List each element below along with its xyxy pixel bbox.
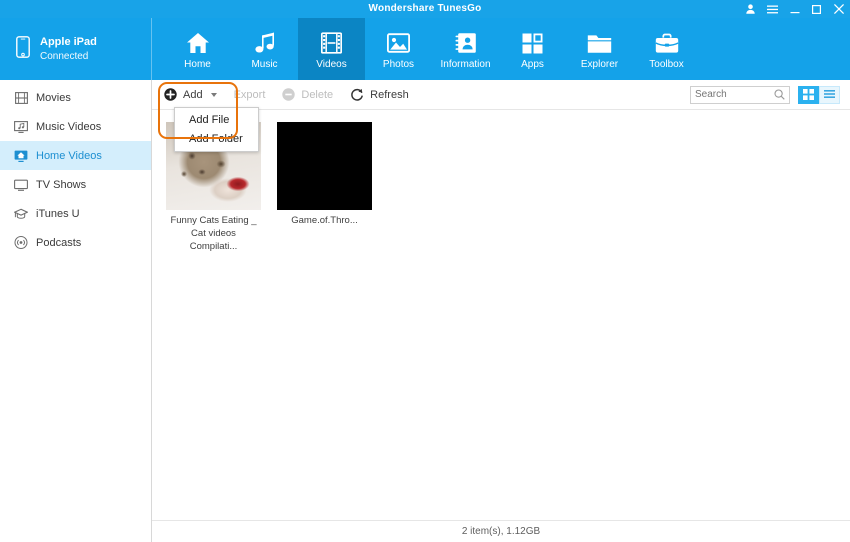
nav-tab-label: Photos — [382, 59, 415, 70]
apps-grid-icon — [522, 28, 543, 54]
export-button[interactable]: Export — [230, 83, 279, 107]
nav-tab-label: Music — [251, 59, 278, 70]
add-file-menu-item[interactable]: Add File — [175, 110, 258, 129]
menu-icon[interactable] — [767, 4, 778, 15]
sidebar: Movies Music Videos Home Videos TV Shows — [0, 80, 152, 542]
refresh-button-label: Refresh — [370, 88, 409, 101]
add-file-label: Add File — [189, 113, 230, 126]
add-folder-menu-item[interactable]: Add Folder — [175, 129, 258, 148]
tv-icon — [14, 178, 28, 192]
app-header: Apple iPad Connected Home Music Videos P… — [0, 18, 850, 80]
search-input[interactable] — [695, 89, 774, 100]
music-video-icon — [14, 120, 28, 134]
video-caption: Funny Cats Eating _ Cat videos Compilati… — [170, 215, 257, 252]
briefcase-icon — [654, 28, 679, 54]
graduation-cap-icon — [14, 207, 28, 221]
nav-tab-apps[interactable]: Apps — [499, 18, 566, 80]
video-grid: Funny Cats Eating _ Cat videos Compilati… — [152, 110, 850, 520]
maximize-icon[interactable] — [811, 4, 822, 15]
nav-tab-home[interactable]: Home — [164, 18, 231, 80]
refresh-icon — [350, 88, 364, 102]
nav-tab-explorer[interactable]: Explorer — [566, 18, 633, 80]
export-button-label: Export — [233, 88, 266, 101]
film-strip-icon — [321, 28, 342, 54]
delete-button-label: Delete — [301, 88, 334, 101]
view-toggle — [798, 85, 840, 104]
add-button-label: Add — [183, 88, 203, 101]
search-box[interactable] — [690, 85, 790, 104]
sidebar-item-label: iTunes U — [36, 207, 80, 220]
device-panel[interactable]: Apple iPad Connected — [0, 18, 152, 80]
nav-tab-label: Information — [440, 59, 491, 70]
video-thumbnail[interactable] — [277, 122, 372, 210]
device-status: Connected — [40, 50, 89, 62]
home-video-icon — [14, 149, 28, 163]
nav-tab-toolbox[interactable]: Toolbox — [633, 18, 700, 80]
nav-tab-information[interactable]: Information — [432, 18, 499, 80]
status-bar: 2 item(s), 1.12GB — [152, 520, 850, 542]
sidebar-item-label: Home Videos — [36, 149, 102, 162]
picture-icon — [387, 28, 410, 54]
status-text: 2 item(s), 1.12GB — [461, 526, 541, 537]
device-name: Apple iPad — [40, 35, 97, 48]
nav-tab-music[interactable]: Music — [231, 18, 298, 80]
tunesgo-window: Wondershare TunesGo Apple iPad Connected… — [0, 0, 850, 542]
add-dropdown-menu: Add File Add Folder — [174, 107, 259, 152]
sidebar-item-home-videos[interactable]: Home Videos — [0, 141, 151, 170]
movie-icon — [14, 91, 28, 105]
add-button[interactable]: Add — [160, 83, 230, 107]
sidebar-item-label: Movies — [36, 91, 71, 104]
app-body: Movies Music Videos Home Videos TV Shows — [0, 80, 850, 542]
delete-button[interactable]: Delete — [278, 83, 346, 107]
podcast-icon — [14, 236, 28, 250]
list-view-button[interactable] — [819, 85, 840, 104]
search-icon[interactable] — [774, 89, 785, 100]
action-toolbar: Add Export Delete Refresh Search Add Fil… — [152, 80, 850, 152]
chevron-down-icon — [210, 92, 217, 97]
home-icon — [186, 28, 210, 54]
sidebar-item-podcasts[interactable]: Podcasts — [0, 228, 151, 257]
video-caption: Game.of.Thro... — [291, 215, 358, 226]
nav-tab-label: Explorer — [580, 59, 619, 70]
sidebar-item-label: Podcasts — [36, 236, 82, 249]
sidebar-item-itunes-u[interactable]: iTunes U — [0, 199, 151, 228]
account-icon[interactable] — [745, 4, 756, 15]
close-icon[interactable] — [833, 4, 844, 15]
nav-tab-label: Home — [184, 59, 211, 70]
delete-circle-icon — [282, 88, 296, 101]
refresh-button[interactable]: Refresh — [346, 83, 422, 107]
window-title: Wondershare TunesGo — [368, 3, 482, 14]
minimize-icon[interactable] — [789, 4, 800, 15]
main-nav: Home Music Videos Photos Information App… — [152, 18, 850, 80]
window-controls — [745, 0, 844, 18]
grid-view-button[interactable] — [798, 85, 819, 104]
sidebar-item-tv-shows[interactable]: TV Shows — [0, 170, 151, 199]
nav-tab-label: Apps — [521, 59, 544, 70]
phone-icon — [16, 35, 30, 63]
add-folder-label: Add Folder — [189, 132, 243, 145]
nav-tab-label: Toolbox — [649, 59, 684, 70]
nav-tab-label: Videos — [316, 59, 347, 70]
toolbar-right-group — [690, 85, 840, 104]
sidebar-item-music-videos[interactable]: Music Videos — [0, 112, 151, 141]
contact-card-icon — [455, 28, 477, 54]
content-area: Add Export Delete Refresh Search Add Fil… — [152, 80, 850, 542]
title-bar: Wondershare TunesGo — [0, 0, 850, 18]
music-note-icon — [253, 28, 276, 54]
video-tile[interactable]: Game.of.Thro... — [277, 122, 372, 228]
nav-tab-photos[interactable]: Photos — [365, 18, 432, 80]
nav-tab-videos[interactable]: Videos — [298, 18, 365, 80]
add-circle-icon — [164, 88, 177, 101]
folder-icon — [587, 28, 612, 54]
sidebar-item-label: TV Shows — [36, 178, 87, 191]
sidebar-item-movies[interactable]: Movies — [0, 83, 151, 112]
sidebar-item-label: Music Videos — [36, 120, 102, 133]
